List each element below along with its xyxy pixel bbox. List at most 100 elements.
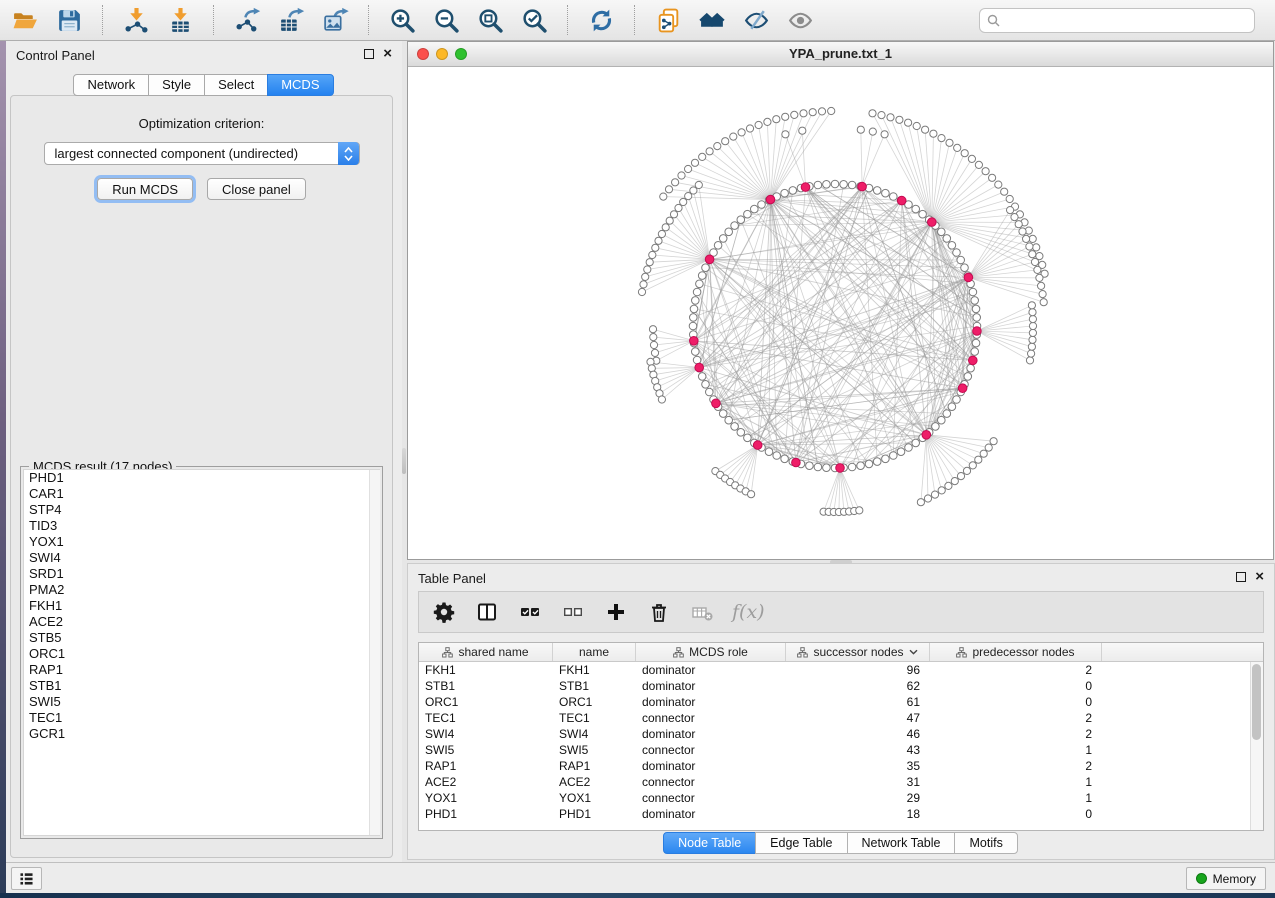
column-header-MCDS-role[interactable]: MCDS role <box>636 643 786 661</box>
mcds-result-item[interactable]: ACE2 <box>24 614 379 630</box>
mcds-result-item[interactable]: SWI4 <box>24 550 379 566</box>
table-row[interactable]: SWI5SWI5connector431 <box>419 742 1263 758</box>
tab-mcds[interactable]: MCDS <box>267 74 333 96</box>
column-header-name[interactable]: name <box>553 643 636 661</box>
task-history-button[interactable] <box>11 867 42 890</box>
table-row[interactable]: ACE2ACE2connector311 <box>419 774 1263 790</box>
float-panel-icon[interactable] <box>364 49 374 59</box>
mcds-result-item[interactable]: STB1 <box>24 678 379 694</box>
visual-properties-button[interactable] <box>741 5 771 35</box>
tab-style[interactable]: Style <box>148 74 205 96</box>
preview-eye-button[interactable] <box>785 5 815 35</box>
control-panel-tabs: NetworkStyleSelectMCDS <box>6 74 402 96</box>
mcds-result-item[interactable]: FKH1 <box>24 598 379 614</box>
open-folder-icon <box>12 7 39 34</box>
mcds-result-item[interactable]: STB5 <box>24 630 379 646</box>
add-column-button[interactable] <box>603 599 629 625</box>
mcds-result-item[interactable]: CAR1 <box>24 486 379 502</box>
table-row[interactable]: YOX1YOX1connector291 <box>419 790 1263 806</box>
tab-node-table[interactable]: Node Table <box>663 832 756 854</box>
optimization-criterion-value: largest connected component (undirected) <box>45 146 299 161</box>
minimize-window-icon[interactable] <box>436 48 448 60</box>
cell-name: RAP1 <box>553 759 636 773</box>
table-settings-button[interactable] <box>431 599 457 625</box>
run-mcds-button[interactable]: Run MCDS <box>97 178 193 200</box>
deselect-all-button[interactable] <box>560 599 586 625</box>
delete-columns-button[interactable] <box>646 599 672 625</box>
mcds-result-item[interactable]: SRD1 <box>24 566 379 582</box>
mcds-result-item[interactable]: PMA2 <box>24 582 379 598</box>
zoom-fit-button[interactable] <box>475 5 505 35</box>
table-scrollbar-thumb[interactable] <box>1252 664 1261 740</box>
column-header-shared-name[interactable]: shared name <box>419 643 553 661</box>
visual-properties-icon <box>743 7 770 34</box>
tab-select[interactable]: Select <box>204 74 268 96</box>
column-label: shared name <box>458 645 528 659</box>
mcds-result-item[interactable]: RAP1 <box>24 662 379 678</box>
table-row[interactable]: SWI4SWI4dominator462 <box>419 726 1263 742</box>
mcds-result-item[interactable]: SWI5 <box>24 694 379 710</box>
home-button[interactable] <box>697 5 727 35</box>
mcds-result-item[interactable]: TID3 <box>24 518 379 534</box>
zoom-selected-button[interactable] <box>519 5 549 35</box>
close-table-panel-icon[interactable]: × <box>1255 572 1264 582</box>
export-network-button[interactable] <box>232 5 262 35</box>
tab-edge-table[interactable]: Edge Table <box>755 832 847 854</box>
close-window-icon[interactable] <box>417 48 429 60</box>
optimization-criterion-select[interactable]: largest connected component (undirected) <box>44 142 360 165</box>
zoom-in-button[interactable] <box>387 5 417 35</box>
export-table-button[interactable] <box>276 5 306 35</box>
app-window: Control Panel × NetworkStyleSelectMCDS O… <box>0 0 1275 898</box>
column-selector-button[interactable] <box>474 599 500 625</box>
select-all-icon <box>519 601 541 623</box>
mcds-result-item[interactable]: GCR1 <box>24 726 379 742</box>
table-row[interactable]: TEC1TEC1connector472 <box>419 710 1263 726</box>
float-table-panel-icon[interactable] <box>1236 572 1246 582</box>
network-window-titlebar[interactable]: YPA_prune.txt_1 <box>408 42 1273 67</box>
function-builder-icon: f(x) <box>732 601 765 623</box>
table-row[interactable]: RAP1RAP1dominator352 <box>419 758 1263 774</box>
import-table-button[interactable] <box>165 5 195 35</box>
export-image-button[interactable] <box>320 5 350 35</box>
tab-network-table[interactable]: Network Table <box>847 832 956 854</box>
table-row[interactable]: FKH1FKH1dominator962 <box>419 662 1263 678</box>
refresh-view-button[interactable] <box>586 5 616 35</box>
column-header-successor-nodes[interactable]: successor nodes <box>786 643 930 661</box>
maximize-window-icon[interactable] <box>455 48 467 60</box>
tab-network[interactable]: Network <box>73 74 149 96</box>
cell-successor-nodes: 62 <box>786 679 930 693</box>
column-header-predecessor-nodes[interactable]: predecessor nodes <box>930 643 1102 661</box>
close-panel-button[interactable]: Close panel <box>207 178 306 200</box>
table-row[interactable]: STB1STB1dominator620 <box>419 678 1263 694</box>
table-scrollbar[interactable] <box>1250 662 1263 830</box>
mcds-result-scrollbar[interactable] <box>369 470 380 835</box>
search-input[interactable] <box>1005 12 1247 28</box>
cell-shared-name: ACE2 <box>419 775 553 789</box>
zoom-selected-icon <box>521 7 548 34</box>
mcds-result-item[interactable]: TEC1 <box>24 710 379 726</box>
mcds-result-item[interactable]: PHD1 <box>24 470 379 486</box>
open-file-button[interactable] <box>10 5 40 35</box>
mcds-result-item[interactable]: STP4 <box>24 502 379 518</box>
select-all-button[interactable] <box>517 599 543 625</box>
zoom-fit-icon <box>477 7 504 34</box>
clone-network-button[interactable] <box>653 5 683 35</box>
main-toolbar <box>0 0 1275 41</box>
table-row[interactable]: ORC1ORC1dominator610 <box>419 694 1263 710</box>
panel-divider-grip[interactable] <box>402 448 406 474</box>
memory-button[interactable]: Memory <box>1186 867 1266 890</box>
close-panel-icon[interactable]: × <box>383 49 392 59</box>
network-canvas[interactable] <box>408 67 1273 559</box>
mcds-result-item[interactable]: YOX1 <box>24 534 379 550</box>
zoom-in-icon <box>389 7 416 34</box>
refresh-icon <box>588 7 615 34</box>
mcds-result-list[interactable]: PHD1CAR1STP4TID3YOX1SWI4SRD1PMA2FKH1ACE2… <box>23 469 380 836</box>
search-box[interactable] <box>979 8 1255 33</box>
table-row[interactable]: PHD1PHD1dominator180 <box>419 806 1263 822</box>
mcds-result-item[interactable]: ORC1 <box>24 646 379 662</box>
zoom-out-button[interactable] <box>431 5 461 35</box>
tab-motifs[interactable]: Motifs <box>954 832 1017 854</box>
cell-successor-nodes: 31 <box>786 775 930 789</box>
import-network-button[interactable] <box>121 5 151 35</box>
save-session-button[interactable] <box>54 5 84 35</box>
